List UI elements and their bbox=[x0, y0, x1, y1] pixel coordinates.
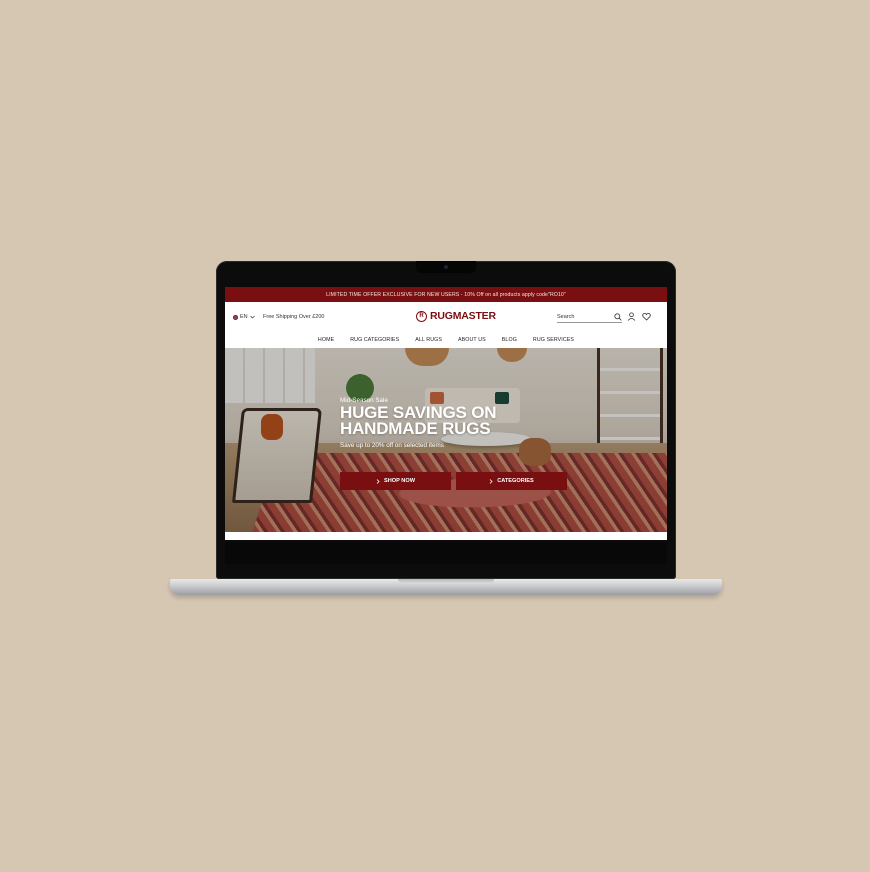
hero-subline: Save up to 20% off on selected items bbox=[340, 442, 444, 449]
laptop-base bbox=[170, 579, 722, 595]
laptop-screen: LIMITED TIME OFFER EXCLUSIVE FOR NEW USE… bbox=[225, 287, 667, 540]
promo-bar: LIMITED TIME OFFER EXCLUSIVE FOR NEW USE… bbox=[225, 287, 667, 302]
hero-headline-line2: HANDMADE RUGS bbox=[340, 418, 491, 438]
hero-banner: Mid-Season Sale HUGE SAVINGS ON HANDMADE… bbox=[225, 348, 667, 532]
search-box bbox=[557, 312, 622, 323]
nav-item-rug-services[interactable]: RUG SERVICES bbox=[533, 337, 574, 343]
laptop-lid: LIMITED TIME OFFER EXCLUSIVE FOR NEW USE… bbox=[216, 261, 676, 579]
nav-item-home[interactable]: HOME bbox=[318, 337, 334, 343]
site-header: EN Free Shipping Over £200 R RUGMASTER bbox=[225, 302, 667, 332]
categories-button[interactable]: CATEGORIES bbox=[456, 472, 567, 490]
trackpad-notch bbox=[398, 579, 494, 584]
user-icon[interactable] bbox=[627, 312, 636, 321]
language-selector[interactable]: EN bbox=[233, 314, 255, 320]
screen-bezel-bottom bbox=[225, 542, 667, 564]
promo-text: LIMITED TIME OFFER EXCLUSIVE FOR NEW USE… bbox=[326, 291, 566, 298]
shipping-note: Free Shipping Over £200 bbox=[263, 314, 325, 320]
header-icons bbox=[627, 312, 651, 321]
nav-item-blog[interactable]: BLOG bbox=[502, 337, 517, 343]
site-logo[interactable]: R RUGMASTER bbox=[416, 310, 496, 322]
logo-mark: R bbox=[416, 310, 427, 322]
camera-notch bbox=[416, 261, 476, 273]
hero-text: Mid-Season Sale HUGE SAVINGS ON HANDMADE… bbox=[340, 397, 497, 449]
search-input[interactable] bbox=[557, 314, 607, 320]
main-nav: HOME RUG CATEGORIES ALL RUGS ABOUT US BL… bbox=[225, 332, 667, 348]
hero-headline: HUGE SAVINGS ON HANDMADE RUGS bbox=[340, 404, 497, 438]
heart-icon[interactable] bbox=[642, 312, 651, 321]
nav-item-rug-categories[interactable]: RUG CATEGORIES bbox=[350, 337, 399, 343]
categories-label: CATEGORIES bbox=[497, 478, 534, 484]
shop-now-label: SHOP NOW bbox=[384, 478, 415, 484]
nav-item-all-rugs[interactable]: ALL RUGS bbox=[415, 337, 442, 343]
chevron-right-icon bbox=[376, 478, 380, 484]
camera-icon bbox=[444, 265, 448, 269]
search-icon[interactable] bbox=[614, 313, 622, 321]
shop-now-button[interactable]: SHOP NOW bbox=[340, 472, 451, 490]
chevron-right-icon bbox=[489, 478, 493, 484]
logo-text: RUGMASTER bbox=[430, 310, 496, 322]
language-label: EN bbox=[240, 314, 248, 320]
nav-item-about-us[interactable]: ABOUT US bbox=[458, 337, 486, 343]
flag-icon bbox=[233, 314, 238, 320]
chevron-down-icon bbox=[249, 315, 255, 319]
